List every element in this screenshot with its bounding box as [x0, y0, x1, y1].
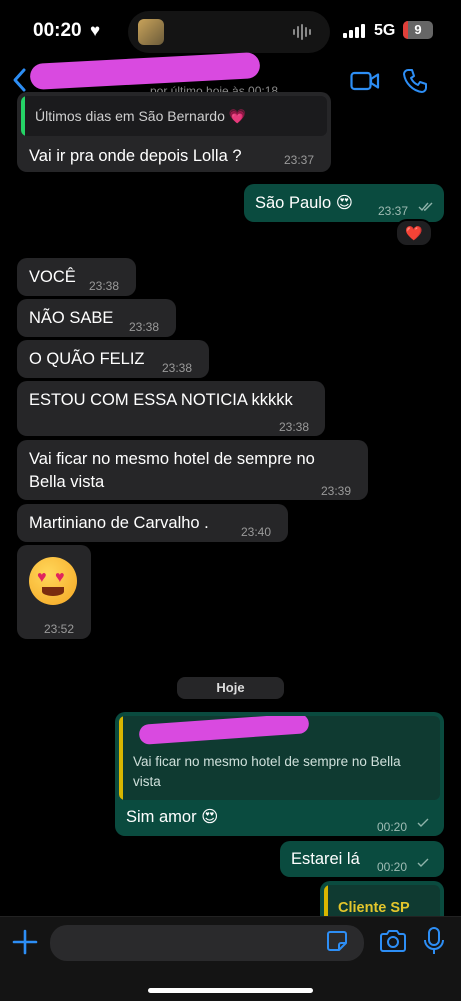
message-input[interactable]: [50, 925, 364, 961]
compose-bar: [0, 916, 461, 1001]
message-text: São Paulo 😍: [255, 194, 353, 212]
message-incoming[interactable]: Vai ficar no mesmo hotel de sempre no Be…: [17, 440, 368, 500]
sticker-icon[interactable]: [326, 930, 348, 952]
status-time: 00:20: [33, 20, 82, 41]
quoted-message[interactable]: Vai ficar no mesmo hotel de sempre no Be…: [119, 716, 440, 800]
read-ticks-icon: [418, 202, 433, 212]
message-incoming[interactable]: Martiniano de Carvalho . 23:40: [17, 504, 288, 542]
message-text-line-2: Bella vista: [29, 473, 105, 491]
heart-icon: ♥: [90, 21, 101, 40]
message-time: 23:39: [321, 484, 352, 498]
video-call-icon[interactable]: [350, 70, 380, 92]
message-text: Vai ir pra onde depois Lolla ?: [29, 147, 242, 165]
message-text: VOCÊ: [29, 268, 76, 286]
heart-eyes-emoji-icon: ♥ ♥: [29, 557, 77, 605]
quote-accent-bar: [119, 716, 123, 800]
message-incoming[interactable]: ESTOU COM ESSA NOTICIA kkkkk 23:38: [17, 381, 325, 436]
network-type: 5G: [374, 22, 396, 39]
message-time: 23:38: [129, 320, 160, 334]
message-outgoing[interactable]: Estarei lá 00:20: [280, 841, 444, 877]
now-playing-artwork: [138, 19, 164, 45]
message-text: O QUÃO FELIZ: [29, 350, 145, 368]
message-time: 23:52: [44, 622, 75, 636]
message-incoming[interactable]: 😍 ♥ ♥ 23:52: [17, 545, 91, 639]
home-indicator[interactable]: [148, 988, 313, 993]
message-text: Martiniano de Carvalho .: [29, 514, 209, 532]
message-time: 00:20: [377, 820, 408, 834]
message-incoming[interactable]: Últimos dias em São Bernardo 💗 Vai ir pr…: [17, 92, 331, 172]
camera-icon[interactable]: [379, 930, 407, 952]
microphone-icon[interactable]: [424, 927, 444, 955]
message-time: 23:38: [279, 420, 310, 434]
message-time: 23:38: [162, 361, 193, 375]
quoted-title: Cliente SP: [338, 900, 410, 916]
quoted-text-line-2: vista: [133, 774, 161, 789]
cellular-signal-icon: [343, 24, 365, 38]
message-outgoing[interactable]: São Paulo 😍 23:37: [244, 184, 444, 222]
message-time: 23:38: [89, 279, 120, 293]
message-text-line-1: Vai ficar no mesmo hotel de sempre no: [29, 450, 315, 468]
quoted-text-line-1: Vai ficar no mesmo hotel de sempre no Be…: [133, 754, 401, 769]
reaction-emoji: ❤️: [405, 225, 423, 241]
quote-accent-bar: [21, 96, 25, 136]
date-divider: Hoje: [177, 677, 284, 699]
message-text: NÃO SABE: [29, 309, 114, 327]
message-incoming[interactable]: VOCÊ 23:38: [17, 258, 136, 296]
quoted-message[interactable]: Últimos dias em São Bernardo 💗: [21, 96, 327, 136]
reaction-badge[interactable]: ❤️: [395, 219, 433, 247]
dynamic-island[interactable]: [128, 11, 330, 53]
battery-level: 9: [414, 22, 422, 37]
battery-icon: 9: [403, 21, 433, 39]
read-ticks-icon: [417, 818, 429, 827]
read-ticks-icon: [417, 858, 429, 867]
message-incoming[interactable]: O QUÃO FELIZ 23:38: [17, 340, 209, 378]
redacted-quote-author: [138, 716, 310, 745]
phone-icon[interactable]: [402, 68, 428, 94]
message-time: 00:20: [377, 860, 408, 874]
message-text: Sim amor 😍: [126, 808, 219, 826]
message-time: 23:37: [284, 153, 315, 167]
message-incoming[interactable]: NÃO SABE 23:38: [17, 299, 176, 337]
back-chevron-icon[interactable]: [10, 66, 30, 94]
message-text: ESTOU COM ESSA NOTICIA kkkkk: [29, 391, 293, 409]
message-time: 23:40: [241, 525, 272, 539]
message-outgoing[interactable]: Vai ficar no mesmo hotel de sempre no Be…: [115, 712, 444, 836]
quoted-text: Últimos dias em São Bernardo 💗: [35, 108, 247, 124]
plus-icon[interactable]: [12, 929, 38, 955]
message-time: 23:37: [378, 204, 409, 218]
message-text: Estarei lá: [291, 850, 360, 868]
audio-wave-icon: [293, 24, 311, 40]
